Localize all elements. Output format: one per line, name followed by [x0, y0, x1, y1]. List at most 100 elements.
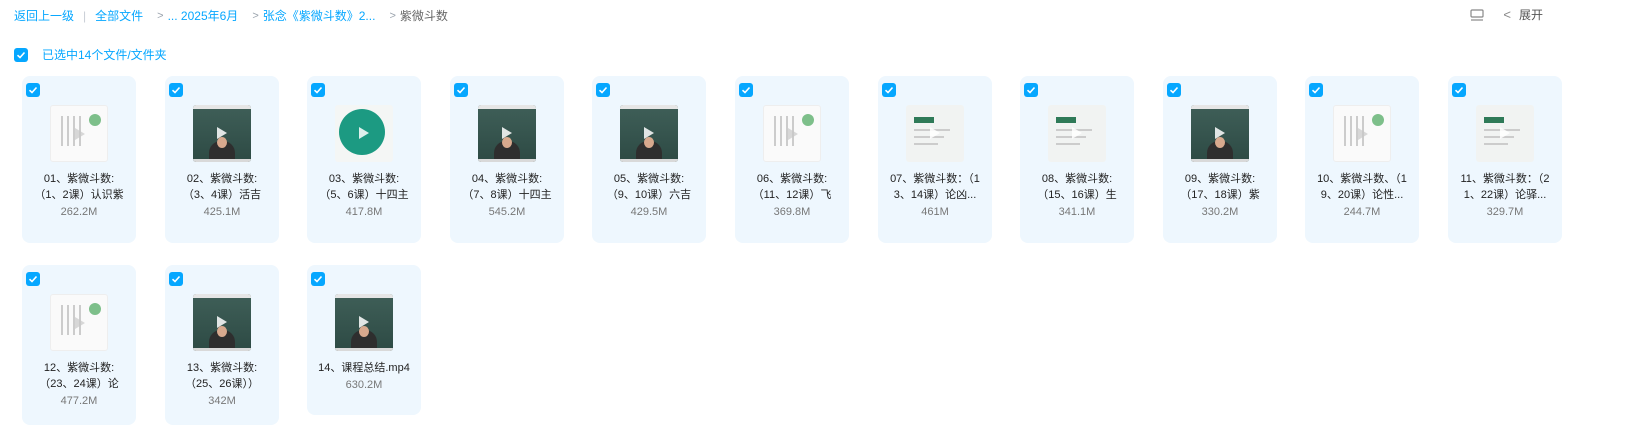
file-thumbnail[interactable] — [1191, 105, 1249, 162]
file-card[interactable]: 02、紫微斗数: （3、4课）活吉 425.1M — [165, 76, 279, 243]
file-thumbnail[interactable] — [50, 294, 108, 351]
file-name-line1: 05、紫微斗数: — [613, 173, 685, 185]
file-name-line1: 04、紫微斗数: — [471, 173, 543, 185]
file-checkbox[interactable] — [739, 83, 753, 97]
file-thumbnail[interactable] — [193, 294, 251, 351]
file-name-line2: 3、14课）论凶... — [893, 189, 977, 201]
play-icon — [502, 127, 512, 139]
file-checkbox[interactable] — [169, 272, 183, 286]
file-name[interactable]: 11、紫微斗数：（2 1、22课）论驿... — [1454, 171, 1556, 203]
leaf-decoration — [1372, 114, 1384, 126]
chevron-right-icon: > — [389, 9, 396, 22]
file-thumbnail[interactable] — [620, 105, 678, 162]
file-card[interactable]: 06、紫微斗数: （11、12课）飞 369.8M — [735, 76, 849, 243]
breadcrumb-all-files[interactable]: 全部文件 — [95, 7, 143, 24]
doc-text-line — [1350, 116, 1352, 146]
file-card[interactable]: 13、紫微斗数: （25、26课）） 342M — [165, 265, 279, 425]
file-name[interactable]: 03、紫微斗数: （5、6课）十四主 — [313, 171, 415, 203]
file-card[interactable]: 11、紫微斗数：（2 1、22课）论驿... 329.7M — [1448, 76, 1562, 243]
doc-text-line — [61, 305, 63, 335]
file-size: 461M — [921, 206, 949, 218]
file-name[interactable]: 09、紫微斗数: （17、18课）紫 — [1169, 171, 1271, 203]
breadcrumb-item-month[interactable]: ... 2025年6月 — [168, 7, 239, 24]
file-thumbnail[interactable] — [50, 105, 108, 162]
file-checkbox[interactable] — [882, 83, 896, 97]
file-card[interactable]: 09、紫微斗数: （17、18课）紫 330.2M — [1163, 76, 1277, 243]
file-thumbnail[interactable] — [335, 294, 393, 351]
file-card[interactable]: 07、紫微斗数：（1 3、14课）论凶... 461M — [878, 76, 992, 243]
file-card[interactable]: 04、紫微斗数: （7、8课）十四主 545.2M — [450, 76, 564, 243]
breadcrumb-item-course[interactable]: 张念《紫微斗数》2... — [263, 7, 376, 24]
file-checkbox[interactable] — [169, 83, 183, 97]
play-icon — [644, 127, 654, 139]
file-card[interactable]: 01、紫微斗数: （1、2课）认识紫 262.2M — [22, 76, 136, 243]
file-checkbox[interactable] — [311, 83, 325, 97]
breadcrumb: 返回上一级 | 全部文件 > ... 2025年6月 > 张念《紫微斗数》2..… — [14, 7, 448, 24]
play-icon — [1500, 127, 1510, 139]
file-name-line2: 1、22课）论驿... — [1463, 189, 1547, 201]
file-name[interactable]: 06、紫微斗数: （11、12课）飞 — [741, 171, 843, 203]
doc-text-line — [67, 305, 69, 335]
back-link[interactable]: 返回上一级 — [14, 7, 74, 24]
list-icon[interactable] — [1469, 7, 1485, 23]
file-thumbnail[interactable] — [335, 105, 393, 162]
file-size: 417.8M — [345, 206, 383, 218]
file-thumbnail[interactable] — [1476, 105, 1534, 162]
slide-text-line — [914, 143, 938, 145]
file-card[interactable]: 10、紫微斗数、（1 9、20课）论性... 244.7M — [1305, 76, 1419, 243]
file-checkbox[interactable] — [311, 272, 325, 286]
file-checkbox[interactable] — [26, 83, 40, 97]
file-checkbox[interactable] — [1167, 83, 1181, 97]
file-name[interactable]: 01、紫微斗数: （1、2课）认识紫 — [28, 171, 130, 203]
file-checkbox[interactable] — [1452, 83, 1466, 97]
file-thumbnail[interactable] — [763, 105, 821, 162]
file-card[interactable]: 03、紫微斗数: （5、6课）十四主 417.8M — [307, 76, 421, 243]
file-name-line2: （17、18课）紫 — [1180, 189, 1260, 201]
file-name-line1: 08、紫微斗数: — [1041, 173, 1113, 185]
file-size: 244.7M — [1343, 206, 1381, 218]
file-checkbox[interactable] — [454, 83, 468, 97]
file-name-line2: （1、2课）认识紫 — [34, 189, 124, 201]
select-all-checkbox[interactable] — [14, 47, 28, 62]
file-size: 429.5M — [630, 206, 668, 218]
file-size: 341.1M — [1058, 206, 1096, 218]
slide-title-bar — [1056, 117, 1076, 123]
file-card[interactable]: 08、紫微斗数: （15、16课）生 341.1M — [1020, 76, 1134, 243]
file-name-line2: （9、10课）六吉 — [606, 189, 692, 201]
file-thumbnail[interactable] — [478, 105, 536, 162]
leaf-decoration — [89, 114, 101, 126]
file-thumbnail[interactable] — [193, 105, 251, 162]
file-name[interactable]: 10、紫微斗数、（1 9、20课）论性... — [1311, 171, 1413, 203]
file-thumbnail[interactable] — [906, 105, 964, 162]
file-name-line1: 03、紫微斗数: — [328, 173, 400, 185]
play-icon — [1072, 127, 1082, 139]
file-name[interactable]: 13、紫微斗数: （25、26课）） — [171, 360, 273, 392]
file-card[interactable]: 05、紫微斗数: （9、10课）六吉 429.5M — [592, 76, 706, 243]
slide-text-line — [1484, 143, 1508, 145]
file-name[interactable]: 05、紫微斗数: （9、10课）六吉 — [598, 171, 700, 203]
file-checkbox[interactable] — [596, 83, 610, 97]
file-name-line1: 06、紫微斗数: — [756, 173, 828, 185]
slide-title-bar — [1484, 117, 1504, 123]
file-card[interactable]: 14、课程总结.mp4 630.2M — [307, 265, 421, 415]
file-checkbox[interactable] — [26, 272, 40, 286]
file-card[interactable]: 12、紫微斗数: （23、24课）论 477.2M — [22, 265, 136, 425]
file-size: 477.2M — [60, 395, 98, 407]
file-name[interactable]: 07、紫微斗数：（1 3、14课）论凶... — [884, 171, 986, 203]
file-name[interactable]: 04、紫微斗数: （7、8课）十四主 — [456, 171, 558, 203]
play-icon — [359, 316, 369, 328]
play-icon — [75, 317, 85, 329]
selection-count-label: 已选中14个文件/文件夹 — [42, 48, 167, 62]
file-thumbnail[interactable] — [1048, 105, 1106, 162]
file-name[interactable]: 14、课程总结.mp4 — [313, 360, 415, 376]
file-thumbnail[interactable] — [1333, 105, 1391, 162]
file-name[interactable]: 12、紫微斗数: （23、24课）论 — [28, 360, 130, 392]
file-name[interactable]: 08、紫微斗数: （15、16课）生 — [1026, 171, 1128, 203]
file-checkbox[interactable] — [1024, 83, 1038, 97]
file-name[interactable]: 02、紫微斗数: （3、4课）活吉 — [171, 171, 273, 203]
expand-button[interactable]: < 展开 — [1503, 6, 1543, 23]
file-name-line2: （11、12课）飞 — [752, 189, 832, 201]
file-checkbox[interactable] — [1309, 83, 1323, 97]
doc-text-line — [1344, 116, 1346, 146]
file-size: 262.2M — [60, 206, 98, 218]
